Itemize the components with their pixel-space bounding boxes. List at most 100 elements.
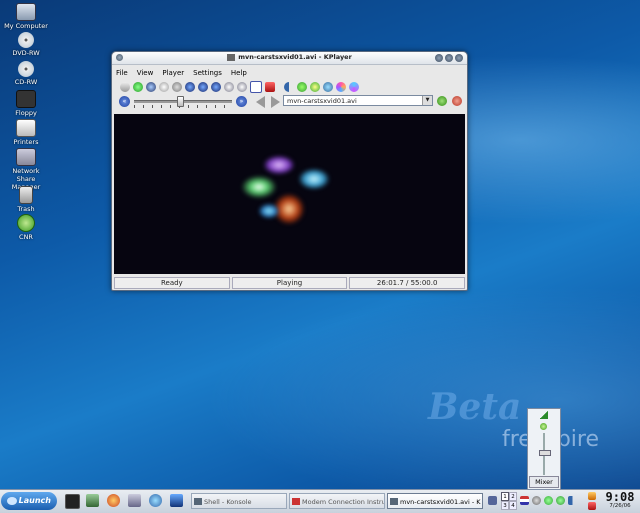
watermark-beta: Beta: [428, 386, 522, 428]
close-icon[interactable]: [455, 54, 463, 62]
clock-date: 7/26/06: [609, 503, 631, 509]
kplayer-icon: [390, 498, 398, 505]
pager-desktop-2[interactable]: 2: [509, 492, 517, 501]
zoom-out-icon[interactable]: [237, 82, 247, 92]
file-manager-icon[interactable]: [86, 494, 99, 507]
url-combobox[interactable]: mvn-carstsxvid01.avi ▼: [283, 95, 433, 106]
sync-icon[interactable]: [556, 496, 565, 505]
title-bar[interactable]: mvn-carstsxvid01.avi - KPlayer: [112, 52, 467, 65]
fullscreen-icon[interactable]: [250, 81, 262, 93]
menu-view[interactable]: View: [137, 69, 154, 80]
forward-arrow-icon[interactable]: [271, 96, 280, 108]
modem-icon: [292, 498, 300, 505]
chevron-down-icon[interactable]: ▼: [422, 96, 432, 105]
menu-file[interactable]: File: [116, 69, 128, 80]
brightness-icon[interactable]: [310, 82, 320, 92]
task-label: Shell - Konsole: [204, 498, 252, 506]
desktop-icon-cnr[interactable]: CNR: [4, 214, 48, 241]
clock-time: 9:08: [605, 490, 635, 504]
saturation-icon[interactable]: [349, 82, 359, 92]
video-area[interactable]: [114, 114, 465, 274]
mixer-button[interactable]: Mixer: [529, 476, 559, 488]
cd-icon: [18, 61, 34, 77]
back-arrow-icon[interactable]: [256, 96, 265, 108]
zoom-in-icon[interactable]: [224, 82, 234, 92]
pager-desktop-1[interactable]: 1: [501, 492, 509, 501]
menu-player[interactable]: Player: [162, 69, 184, 80]
mute-toggle-icon[interactable]: [540, 423, 547, 430]
volume-icon[interactable]: [284, 82, 294, 92]
balance-icon[interactable]: [297, 82, 307, 92]
launch-button[interactable]: Launch: [1, 492, 57, 510]
tray-volume-icon[interactable]: [568, 496, 577, 505]
contrast-icon[interactable]: [323, 82, 333, 92]
desktop-icon-dvd-rw[interactable]: DVD-RW: [4, 32, 48, 57]
menu-settings[interactable]: Settings: [193, 69, 222, 80]
desktop-icon-cd-rw[interactable]: CD-RW: [4, 61, 48, 86]
network-status-icon[interactable]: [532, 496, 541, 505]
trash-icon: [19, 186, 33, 204]
desktop-icon-printers[interactable]: Printers: [4, 119, 48, 146]
taskbar-task-active[interactable]: mvn-carstsxvid01.avi - K: [387, 493, 483, 509]
seek-row: « » mvn-carstsxvid01.avi ▼: [112, 94, 467, 110]
open-playlist-icon[interactable]: [146, 82, 156, 92]
desktop-icon[interactable]: [170, 494, 183, 507]
menu-help[interactable]: Help: [231, 69, 247, 80]
rewind-icon[interactable]: «: [119, 96, 130, 107]
video-file-icon: [227, 53, 236, 61]
cnr-icon: [17, 214, 35, 232]
status-state: Ready: [114, 277, 230, 289]
url-value: mvn-carstsxvid01.avi: [287, 97, 357, 105]
taskbar-task[interactable]: Modem Connection Instru: [289, 493, 385, 509]
floppy-icon: [16, 90, 36, 108]
desktop-icon-network-share-manager[interactable]: Network Share Manager: [4, 148, 48, 191]
taskbar-task[interactable]: Shell - Konsole: [191, 493, 287, 509]
launch-label: Launch: [18, 496, 51, 505]
rss-reader-icon[interactable]: [128, 494, 141, 507]
show-desktop-icon[interactable]: [488, 496, 497, 505]
desktop-icon-label: Printers: [13, 138, 39, 146]
launch-logo-icon: [7, 497, 17, 505]
volume-icon: [539, 411, 548, 419]
reload-icon[interactable]: [452, 96, 462, 106]
minimize-icon[interactable]: [435, 54, 443, 62]
open-subtitles-icon[interactable]: [159, 82, 169, 92]
play-icon[interactable]: [172, 82, 182, 92]
task-label: mvn-carstsxvid01.avi - K: [400, 498, 481, 506]
menu-bar: File View Player Settings Help: [112, 65, 467, 80]
firefox-icon[interactable]: [107, 494, 120, 507]
desktop-icon-label: Floppy: [15, 109, 37, 117]
desktop-icon-label: DVD-RW: [12, 49, 40, 57]
fast-forward-icon[interactable]: »: [236, 96, 247, 107]
hue-icon[interactable]: [336, 82, 346, 92]
taskbar: Launch Shell - Konsole Modem Connection …: [0, 489, 640, 513]
open-url-icon[interactable]: [133, 82, 143, 92]
status-playback: Playing: [231, 277, 348, 289]
loop-icon[interactable]: [211, 82, 221, 92]
update-icon[interactable]: [544, 496, 553, 505]
desktop-icon-floppy[interactable]: Floppy: [4, 90, 48, 117]
lock-icon[interactable]: [588, 492, 596, 500]
go-icon[interactable]: [437, 96, 447, 106]
video-frame: [259, 204, 279, 218]
open-icon[interactable]: [120, 82, 130, 92]
desktop-icon-my-computer[interactable]: My Computer: [4, 3, 48, 30]
volume-slider-knob[interactable]: [539, 449, 551, 456]
terminal-icon[interactable]: [65, 494, 80, 509]
eject-icon[interactable]: [265, 82, 275, 92]
logout-icon[interactable]: [588, 502, 596, 510]
pager-desktop-4[interactable]: 4: [509, 501, 517, 510]
pager-desktop-3[interactable]: 3: [501, 501, 509, 510]
messenger-icon[interactable]: [149, 494, 162, 507]
window-title: mvn-carstsxvid01.avi - KPlayer: [112, 53, 467, 61]
seek-slider-knob[interactable]: [177, 96, 185, 107]
pause-icon[interactable]: [185, 82, 195, 92]
dvd-icon: [18, 32, 34, 48]
maximize-icon[interactable]: [445, 54, 453, 62]
desktop-icon-trash[interactable]: Trash: [4, 186, 48, 213]
clock[interactable]: 9:08 7/26/06: [602, 491, 638, 511]
status-bar: Ready Playing 26:01.7 / 55:00.0: [114, 277, 466, 289]
keyboard-layout-icon[interactable]: [520, 496, 529, 505]
stop-icon[interactable]: [198, 82, 208, 92]
desktop-icon-label: CNR: [19, 233, 33, 241]
